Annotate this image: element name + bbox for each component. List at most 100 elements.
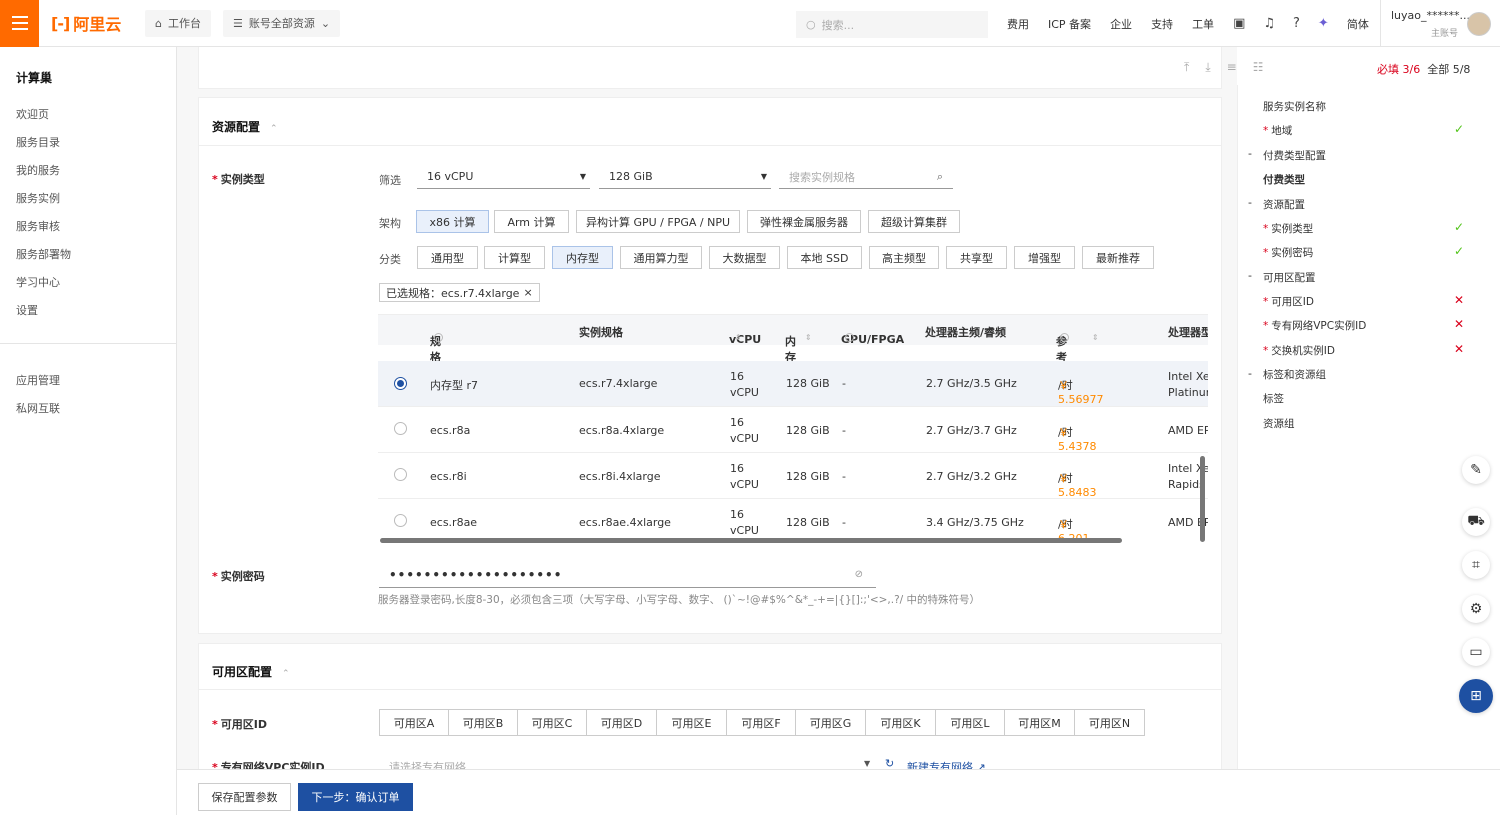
nav-fees[interactable]: 费用 — [1007, 16, 1029, 32]
sidebar-item-review[interactable]: 服务审核 — [16, 218, 60, 234]
cart-icon[interactable]: ⛟ — [1462, 508, 1490, 536]
category-recommended-button[interactable]: 最新推荐 — [1082, 246, 1154, 269]
instance-type-label-text: 实例类型 — [220, 173, 265, 186]
outline-item-resource-group[interactable]: 资源组 — [1263, 416, 1295, 431]
table-horizontal-scrollbar[interactable] — [380, 538, 1122, 543]
outline-item-resource-config[interactable]: 资源配置 — [1263, 197, 1305, 212]
category-compute-button[interactable]: 计算型 — [484, 246, 545, 269]
zone-d-button[interactable]: 可用区D — [586, 709, 657, 736]
vcpu-filter-select[interactable]: 16 vCPU ▼ — [417, 165, 590, 189]
category-big-data-button[interactable]: 大数据型 — [709, 246, 780, 269]
arch-supercomputing-button[interactable]: 超级计算集群 — [868, 210, 960, 233]
sidebar-item-instances[interactable]: 服务实例 — [16, 190, 60, 206]
outline-item-billing-config[interactable]: 付费类型配置 — [1263, 148, 1326, 163]
edit-icon[interactable]: ✎ — [1462, 456, 1490, 484]
next-confirm-order-button[interactable]: 下一步：确认订单 — [298, 783, 413, 811]
category-general-compute-button[interactable]: 通用算力型 — [620, 246, 702, 269]
arch-bare-metal-button[interactable]: 弹性裸金属服务器 — [747, 210, 861, 233]
outline-item-vpc[interactable]: * 专有网络VPC实例ID — [1263, 318, 1366, 333]
api-icon[interactable]: ⌗ — [1462, 551, 1490, 579]
expand-all-icon[interactable]: ☷ — [1253, 60, 1264, 75]
sidebar-item-catalog[interactable]: 服务目录 — [16, 134, 60, 150]
menu-icon[interactable] — [0, 0, 39, 47]
sidebar-item-private-network[interactable]: 私网互联 — [16, 400, 60, 416]
outline-item-zone-config[interactable]: 可用区配置 — [1263, 270, 1316, 285]
nav-icp[interactable]: ICP 备案 — [1048, 16, 1091, 32]
zone-g-button[interactable]: 可用区G — [795, 709, 866, 736]
outline-item-service-name[interactable]: 服务实例名称 — [1263, 99, 1326, 114]
bell-icon[interactable]: ♫ — [1263, 16, 1275, 31]
zone-c-button[interactable]: 可用区C — [517, 709, 587, 736]
category-general-button[interactable]: 通用型 — [417, 246, 478, 269]
nav-enterprise[interactable]: 企业 — [1110, 16, 1132, 32]
sidebar-item-welcome[interactable]: 欢迎页 — [16, 106, 49, 122]
outline-item-region[interactable]: * 地域 — [1263, 123, 1292, 138]
resources-dropdown[interactable]: ☰ 账号全部资源 ⌄ — [222, 9, 341, 37]
sidebar-item-my-services[interactable]: 我的服务 — [16, 162, 60, 178]
language-switch[interactable]: 简体 — [1347, 16, 1369, 32]
zone-b-button[interactable]: 可用区B — [448, 709, 518, 736]
row-radio[interactable] — [394, 377, 407, 390]
outline-item-tags[interactable]: 标签 — [1263, 391, 1284, 406]
outline-item-zone-id[interactable]: * 可用区ID — [1263, 294, 1314, 309]
terminal-icon[interactable]: ▣ — [1233, 16, 1245, 31]
row-radio[interactable] — [394, 514, 407, 527]
zone-e-button[interactable]: 可用区E — [656, 709, 727, 736]
help-icon[interactable]: ? — [1293, 16, 1300, 31]
arch-heterogeneous-button[interactable]: 异构计算 GPU / FPGA / NPU — [576, 210, 740, 233]
zone-config-title[interactable]: 可用区配置 ⌃ — [212, 663, 290, 680]
spec-search-input[interactable]: 搜索实例规格 ⌕ — [779, 165, 953, 189]
arch-x86-button[interactable]: x86 计算 — [416, 210, 489, 233]
row-radio[interactable] — [394, 468, 407, 481]
outline-item-tags-group[interactable]: 标签和资源组 — [1263, 367, 1326, 382]
zone-k-button[interactable]: 可用区K — [865, 709, 936, 736]
ai-assistant-icon[interactable]: ✦ — [1318, 16, 1329, 31]
table-vertical-scrollbar[interactable] — [1200, 456, 1205, 542]
sidebar-item-apps[interactable]: 应用管理 — [16, 372, 60, 388]
resource-config-title[interactable]: 资源配置 ⌃ — [212, 118, 278, 135]
sidebar-item-learning[interactable]: 学习中心 — [16, 274, 60, 290]
memory-filter-select[interactable]: 128 GiB ▼ — [599, 165, 771, 189]
outline-item-billing-type[interactable]: 付费类型 — [1263, 172, 1305, 187]
price-value: ￥ 5.8483 — [1058, 472, 1097, 499]
logo[interactable]: [-] 阿里云 — [51, 11, 133, 35]
zone-config-header[interactable] — [198, 643, 1222, 690]
nav-ticket[interactable]: 工单 — [1192, 16, 1214, 32]
avatar[interactable] — [1467, 12, 1491, 36]
category-enhanced-button[interactable]: 增强型 — [1014, 246, 1075, 269]
save-config-button[interactable]: 保存配置参数 — [198, 783, 291, 811]
outline-item-password[interactable]: * 实例密码 — [1263, 245, 1313, 260]
table-row[interactable]: ecs.r8i ecs.r8i.4xlarge 16 vCPU 128 GiB … — [378, 453, 1208, 499]
table-row[interactable]: ecs.r8a ecs.r8a.4xlarge 16 vCPU 128 GiB … — [378, 407, 1208, 453]
workbench-button[interactable]: ⌂ 工作台 — [145, 9, 211, 37]
nav-support[interactable]: 支持 — [1151, 16, 1173, 32]
apps-icon[interactable]: ⊞ — [1459, 679, 1493, 713]
collapse-all-icon[interactable]: ≡ — [1227, 60, 1237, 75]
gear-icon[interactable]: ⚙ — [1462, 595, 1490, 623]
search-input[interactable]: ○ 搜索... — [796, 11, 988, 38]
table-row[interactable]: 内存型 r7 ecs.r7.4xlarge 16 vCPU 128 GiB - … — [378, 361, 1208, 407]
workbench-label: 工作台 — [167, 17, 201, 30]
scroll-bottom-icon[interactable]: ⤓ — [1205, 60, 1210, 75]
scroll-top-icon[interactable]: ⤒ — [1184, 60, 1189, 75]
category-local-ssd-button[interactable]: 本地 SSD — [787, 246, 862, 269]
eye-off-icon[interactable]: ⊘ — [855, 569, 864, 580]
row-radio[interactable] — [394, 422, 407, 435]
outline-item-vswitch[interactable]: * 交换机实例ID — [1263, 343, 1335, 358]
chat-icon[interactable]: ▭ — [1462, 638, 1490, 666]
sidebar-item-settings[interactable]: 设置 — [16, 302, 38, 318]
category-high-freq-button[interactable]: 高主频型 — [869, 246, 939, 269]
zone-f-button[interactable]: 可用区F — [726, 709, 796, 736]
resource-config-header[interactable] — [198, 97, 1222, 146]
close-icon[interactable]: × — [523, 286, 532, 299]
arch-arm-button[interactable]: Arm 计算 — [494, 210, 569, 233]
zone-n-button[interactable]: 可用区N — [1074, 709, 1145, 736]
password-input[interactable]: •••••••••••••••••••• ⊘ — [379, 562, 876, 588]
zone-l-button[interactable]: 可用区L — [935, 709, 1005, 736]
category-shared-button[interactable]: 共享型 — [946, 246, 1007, 269]
sidebar-item-artifacts[interactable]: 服务部署物 — [16, 246, 71, 262]
zone-m-button[interactable]: 可用区M — [1004, 709, 1075, 736]
outline-item-instance-type[interactable]: * 实例类型 — [1263, 221, 1313, 236]
zone-a-button[interactable]: 可用区A — [379, 709, 449, 736]
category-memory-button[interactable]: 内存型 — [552, 246, 613, 269]
